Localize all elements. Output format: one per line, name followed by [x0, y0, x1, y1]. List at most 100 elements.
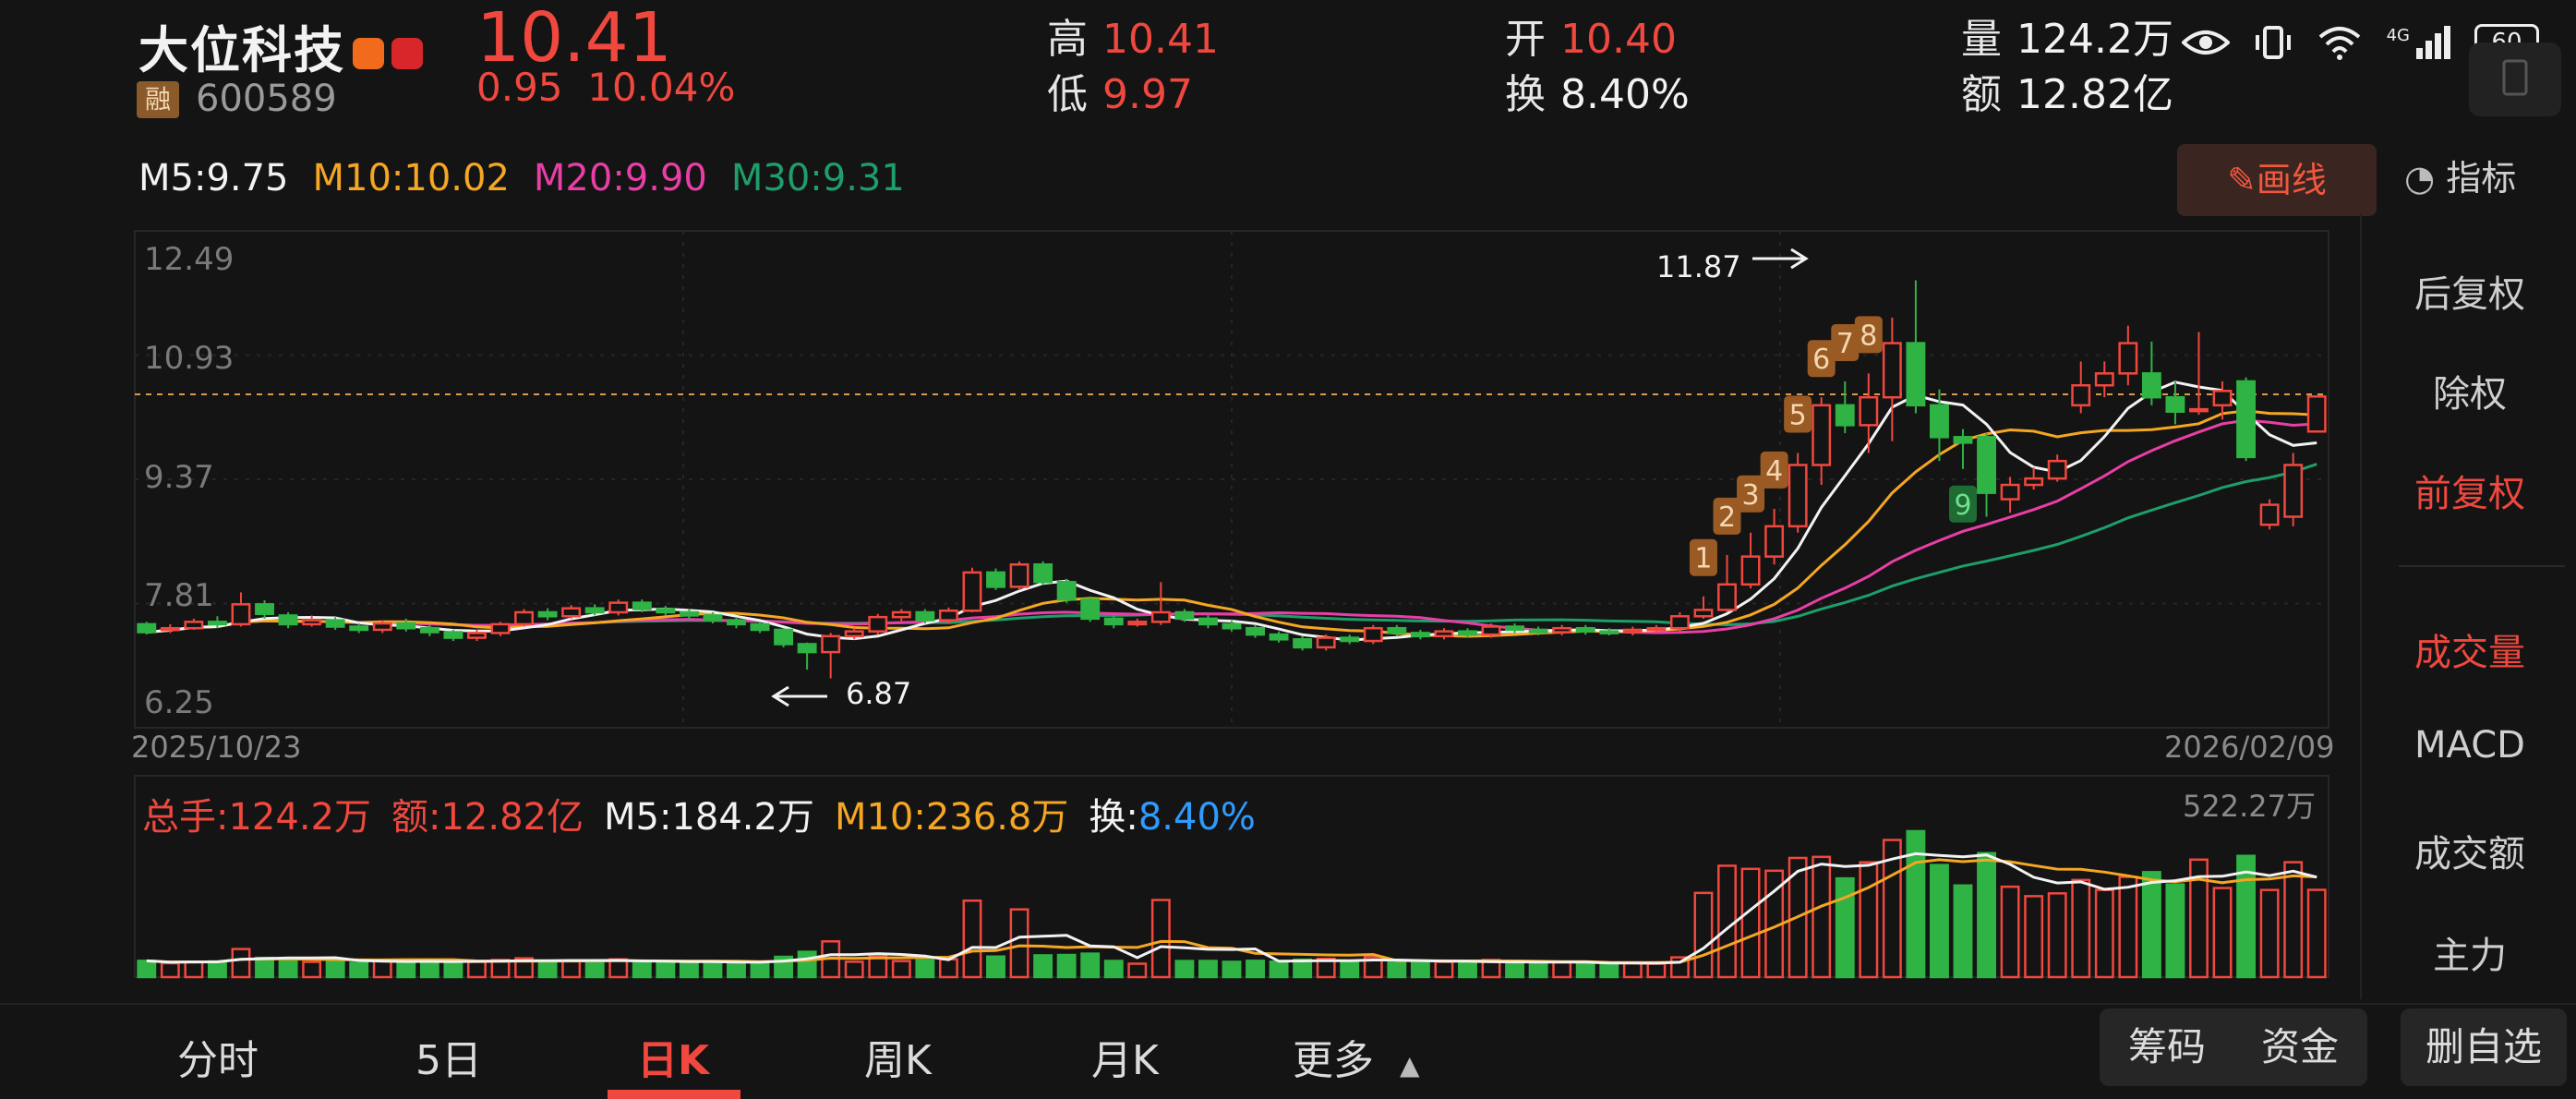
volume-bar [584, 960, 605, 979]
candle-body [1293, 638, 1313, 649]
volume-bar [1174, 960, 1195, 979]
volume-bar [1740, 867, 1761, 979]
volume-bar [160, 961, 180, 979]
volume-bar [255, 956, 274, 979]
volume-bar [1528, 961, 1548, 979]
candle-body [490, 622, 511, 634]
candle-body [207, 621, 227, 626]
side-item-amount[interactable]: 成交额 [2362, 824, 2576, 877]
candle-body [1552, 626, 1572, 634]
tab-5day[interactable]: 5日 [415, 1027, 482, 1086]
candle-body [1198, 617, 1218, 626]
volume-bar [2000, 885, 2020, 979]
candle-body [797, 643, 817, 654]
y-tick-label: 10.93 [144, 340, 234, 377]
volume-bar [727, 960, 746, 979]
candle-body [1174, 610, 1195, 621]
tab-weekly-k[interactable]: 周K [864, 1027, 932, 1086]
volume-bar [1103, 960, 1124, 979]
volume-bar [1340, 961, 1360, 979]
side-item-ex-rights[interactable]: 除权 [2362, 364, 2576, 417]
volume-bar [443, 960, 463, 979]
volume-bar [2071, 878, 2091, 979]
candle-body [349, 625, 369, 632]
candle-body [2236, 380, 2257, 459]
candle-body [1505, 625, 1525, 632]
fullscreen-button[interactable] [2469, 42, 2561, 116]
candle-body [1977, 436, 1996, 494]
candle-body [278, 614, 298, 626]
volume-bar [1056, 953, 1077, 979]
volume-bar [1977, 851, 1996, 979]
candle-body [514, 610, 534, 626]
seq-marker-label: 4 [1765, 455, 1783, 488]
end-date: 2026/02/09 [2164, 730, 2334, 765]
volume-bar [467, 960, 487, 979]
volume-bar [797, 950, 817, 979]
candle-body [1528, 628, 1548, 634]
candle-body [1150, 610, 1171, 623]
volume-bar [703, 960, 723, 979]
candle-body [2283, 464, 2304, 518]
funds-button[interactable]: 资金 [2261, 1024, 2339, 1069]
tab-more[interactable]: 更多 ▲ [1293, 1027, 1420, 1086]
candle-body [184, 621, 204, 630]
candle-body [1764, 525, 1785, 558]
caret-up-icon: ▲ [1400, 1050, 1420, 1081]
candle-body [1812, 404, 1832, 466]
volume-bar [137, 960, 157, 979]
seq-marker-label: 6 [1812, 344, 1830, 376]
volume-max-label: 522.27万 [2183, 789, 2316, 824]
candle-body [2118, 342, 2138, 375]
side-item-volume[interactable]: 成交量 [2362, 622, 2576, 676]
volume-bar [184, 960, 204, 979]
candle-body [1859, 395, 1879, 427]
tab-intraday[interactable]: 分时 [177, 1027, 259, 1086]
side-separator [2399, 565, 2565, 567]
candle-body [844, 630, 864, 638]
candle-body [1953, 436, 1973, 444]
candle-body [821, 634, 841, 654]
candle-body [325, 619, 345, 628]
candle-body [1740, 555, 1761, 586]
candle-body [2047, 459, 2067, 480]
remove-watchlist-button[interactable]: 删自选 [2401, 1008, 2567, 1086]
volume-bar [1575, 961, 1595, 979]
volume-bar [2047, 892, 2067, 979]
kline-chart[interactable]: 12.49 10.93 9.37 7.81 6.25 123456 7 8 9 11.… [0, 0, 2360, 1003]
candle-body [891, 610, 911, 619]
tab-daily-k[interactable]: 日K [637, 1027, 709, 1086]
volume-bar [302, 960, 322, 979]
candle-body [1410, 632, 1430, 638]
volume-bar [2283, 861, 2304, 979]
indicator-button[interactable]: ◔ 指标 [2404, 150, 2516, 200]
side-item-main-force[interactable]: 主力 [2362, 925, 2576, 979]
rotate-icon [2502, 59, 2528, 96]
chips-button[interactable]: 筹码 [2128, 1024, 2206, 1069]
candle-body [1056, 580, 1077, 601]
volume-bars [137, 829, 2327, 979]
side-item-back-adjusted[interactable]: 后复权 [2362, 264, 2576, 318]
candle-body [1599, 630, 1619, 634]
y-tick-label: 9.37 [144, 459, 214, 496]
candle-body [1717, 583, 1737, 611]
volume-bar [1434, 960, 1454, 979]
candle-body [1575, 626, 1595, 633]
candle-body [467, 632, 487, 639]
volume-legend: 总手:124.2万 额:12.82亿 M5:184.2万 M10:236.8万 … [142, 787, 1256, 840]
side-item-macd[interactable]: MACD [2362, 724, 2576, 767]
vol-m5: M5:184.2万 [604, 796, 814, 839]
tab-monthly-k[interactable]: 月K [1091, 1027, 1159, 1086]
volume-bar [1458, 961, 1477, 979]
volume-bar [1717, 864, 1737, 979]
volume-bar [325, 960, 345, 979]
volume-bar [1505, 961, 1525, 979]
candle-body [443, 631, 463, 639]
volume-bar [1812, 855, 1832, 979]
side-item-forward-adjusted[interactable]: 前复权 [2362, 464, 2576, 517]
candle-body [2259, 503, 2280, 526]
candle-body [1458, 630, 1477, 636]
volume-bar [1599, 962, 1619, 979]
volume-bar [891, 960, 911, 979]
candle-body [1127, 621, 1148, 626]
